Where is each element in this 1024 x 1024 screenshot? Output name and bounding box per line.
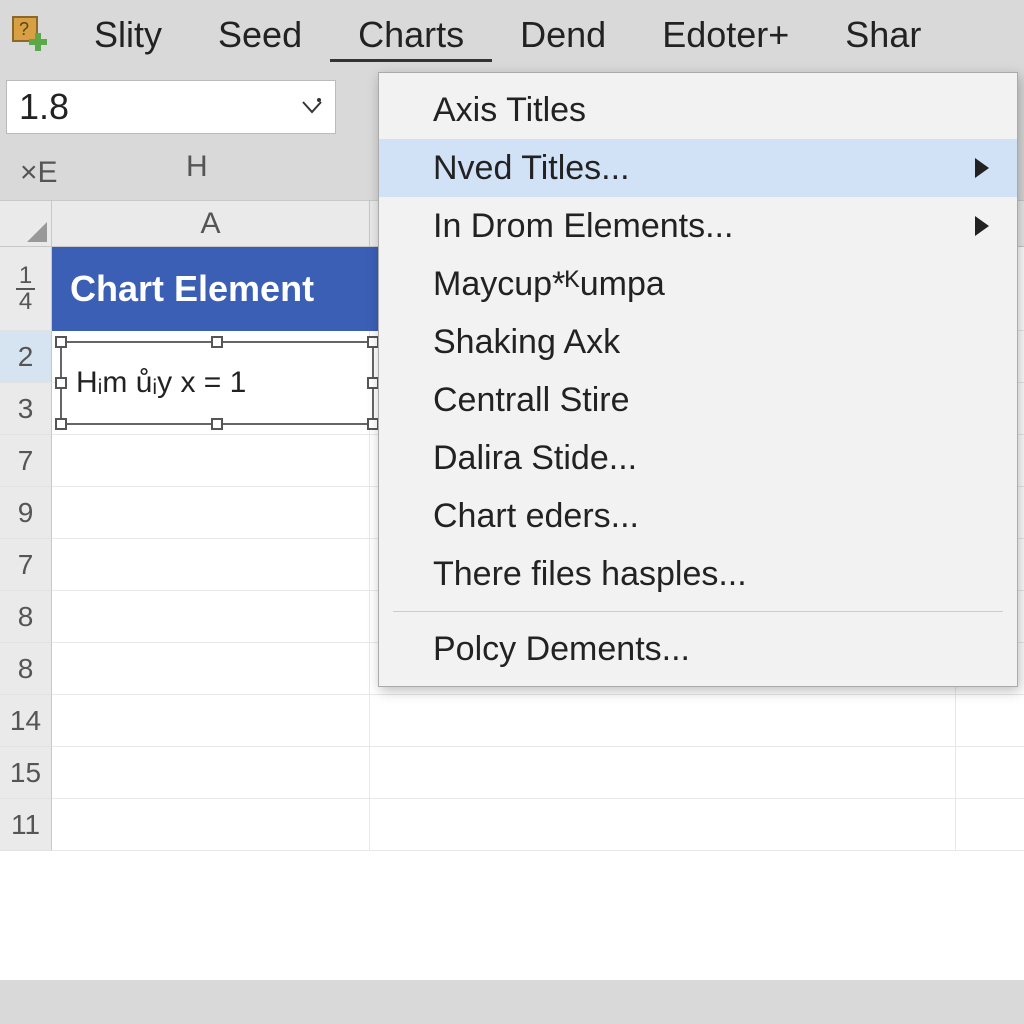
menu-item-in-drom-elements[interactable]: In Drom Elements... xyxy=(379,197,1017,255)
row-head-5[interactable]: 9 xyxy=(0,487,52,539)
menu-item-axis-titles[interactable]: Axis Titles xyxy=(379,81,1017,139)
row-headers: 1 4 2 3 7 9 7 8 8 14 15 11 xyxy=(0,201,52,851)
submenu-arrow-icon xyxy=(975,216,989,236)
col-head-a[interactable]: A xyxy=(52,201,370,247)
menu-seed[interactable]: Seed xyxy=(190,8,330,62)
menu-item-there-files[interactable]: There files hasples... xyxy=(379,545,1017,603)
row-head-8[interactable]: 8 xyxy=(0,643,52,695)
select-all-corner[interactable] xyxy=(0,201,52,247)
resize-handle-bl[interactable] xyxy=(55,418,67,430)
row-head-11[interactable]: 11 xyxy=(0,799,52,851)
selected-object-text: Hᵢm ůᵢy x = 1 xyxy=(76,366,246,400)
menu-slity[interactable]: Slity xyxy=(66,8,190,62)
svg-text:?: ? xyxy=(19,19,29,39)
menu-charts[interactable]: Charts xyxy=(330,8,492,62)
row-head-6[interactable]: 7 xyxy=(0,539,52,591)
menu-item-polcy-dements[interactable]: Polcy Dements... xyxy=(379,620,1017,678)
add-icon[interactable]: ? xyxy=(6,10,56,60)
row-head-1[interactable]: 1 4 xyxy=(0,247,52,331)
menu-item-chart-eders[interactable]: Chart eders... xyxy=(379,487,1017,545)
submenu-arrow-icon xyxy=(975,158,989,178)
selected-text-object[interactable]: Hᵢm ůᵢy x = 1 xyxy=(60,341,374,425)
row-head-7[interactable]: 8 xyxy=(0,591,52,643)
menu-edoter[interactable]: Edoter+ xyxy=(634,8,817,62)
row-head-2[interactable]: 2 xyxy=(0,331,52,383)
menu-item-shaking-axk[interactable]: Shaking Axk xyxy=(379,313,1017,371)
resize-handle-ml[interactable] xyxy=(55,377,67,389)
table-header-text: Chart Element xyxy=(70,268,314,310)
name-box-dropdown-icon[interactable] xyxy=(301,96,323,118)
row-head-10[interactable]: 15 xyxy=(0,747,52,799)
name-box-value: 1.8 xyxy=(19,86,69,128)
resize-handle-tl[interactable] xyxy=(55,336,67,348)
menu-item-centrall-stire[interactable]: Centrall Stire xyxy=(379,371,1017,429)
label-h: H xyxy=(186,150,208,184)
menu-item-nved-titles[interactable]: Nved Titles... xyxy=(379,139,1017,197)
label-xe: ×E xyxy=(20,156,58,190)
resize-handle-tm[interactable] xyxy=(211,336,223,348)
menu-separator xyxy=(393,611,1003,612)
menu-dend[interactable]: Dend xyxy=(492,8,634,62)
row-head-4[interactable]: 7 xyxy=(0,435,52,487)
menu-item-dalira-stide[interactable]: Dalira Stide... xyxy=(379,429,1017,487)
menu-shar[interactable]: Shar xyxy=(817,8,949,62)
name-box[interactable]: 1.8 xyxy=(6,80,336,134)
resize-handle-bm[interactable] xyxy=(211,418,223,430)
row-1-fraction: 1 4 xyxy=(16,264,35,314)
menubar: ? Slity Seed Charts Dend Edoter+ Shar xyxy=(0,0,1024,74)
menu-item-maycup[interactable]: Maycup*ᴷumpa xyxy=(379,255,1017,313)
row-head-9[interactable]: 14 xyxy=(0,695,52,747)
charts-dropdown-menu: Axis Titles Nved Titles... In Drom Eleme… xyxy=(378,72,1018,687)
row-head-3[interactable]: 3 xyxy=(0,383,52,435)
